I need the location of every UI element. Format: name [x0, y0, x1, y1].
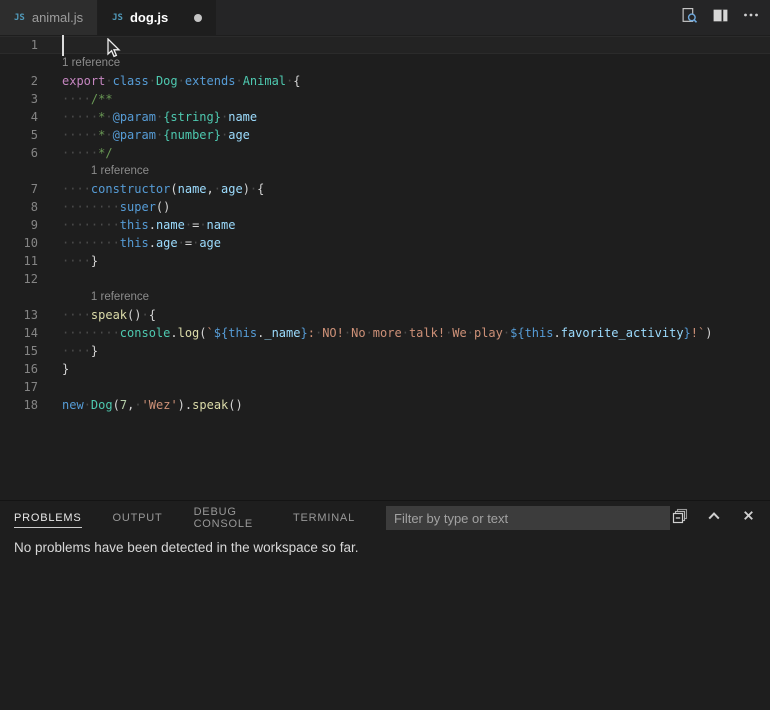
- panel-tabs: PROBLEMS OUTPUT DEBUG CONSOLE TERMINAL: [14, 502, 386, 534]
- problems-filter-input[interactable]: [386, 506, 670, 530]
- code-line-content: ·····*·@param·{string}·name: [38, 108, 257, 126]
- tab-label: animal.js: [32, 10, 83, 25]
- code-line-content: export·class·Dog·extends·Animal·{: [38, 72, 301, 90]
- tab-dog.js[interactable]: JS dog.js: [98, 0, 216, 35]
- code-line-content: ····/**: [38, 90, 113, 108]
- line-number: 17: [0, 378, 38, 396]
- code-line-3[interactable]: 3····/**: [0, 90, 770, 108]
- code-line-content: ········super(): [38, 198, 170, 216]
- tab-animal.js[interactable]: JS animal.js: [0, 0, 98, 35]
- code-line-content: }: [38, 360, 69, 378]
- line-number: 8: [0, 198, 38, 216]
- code-line-content: ·····*·@param·{number}·age: [38, 126, 250, 144]
- line-number: 9: [0, 216, 38, 234]
- code-line-14[interactable]: 14········console.log(`${this._name}:·NO…: [0, 324, 770, 342]
- code-line-10[interactable]: 10········this.age·=·age: [0, 234, 770, 252]
- line-number: 14: [0, 324, 38, 342]
- text-caret: [62, 35, 64, 56]
- line-number: [0, 288, 38, 306]
- codelens-reference[interactable]: 1 reference: [38, 288, 149, 306]
- code-line-11[interactable]: 11····}: [0, 252, 770, 270]
- line-number: [0, 54, 38, 72]
- code-line-content: new·Dog(7,·'Wez').speak(): [38, 396, 243, 414]
- code-line-6[interactable]: 6·····*/: [0, 144, 770, 162]
- line-number: 12: [0, 270, 38, 288]
- javascript-file-icon: JS: [14, 13, 25, 23]
- code-line-5[interactable]: 5·····*·@param·{number}·age: [0, 126, 770, 144]
- collapse-all-button[interactable]: [670, 508, 690, 528]
- maximize-panel-button[interactable]: [704, 508, 724, 528]
- more-actions-icon: [743, 7, 759, 28]
- code-line-9[interactable]: 9········this.name·=·name: [0, 216, 770, 234]
- split-editor-button[interactable]: [710, 8, 730, 28]
- close-icon: [741, 508, 756, 528]
- code-line-12[interactable]: 12: [0, 270, 770, 288]
- line-number: 1: [0, 36, 38, 54]
- line-number: 4: [0, 108, 38, 126]
- code-line-content: ········this.name·=·name: [38, 216, 235, 234]
- code-line-2[interactable]: 2export·class·Dog·extends·Animal·{: [0, 72, 770, 90]
- line-number: [0, 162, 38, 180]
- panel-tab-problems[interactable]: PROBLEMS: [14, 508, 82, 528]
- javascript-file-icon: JS: [112, 13, 123, 23]
- line-number: 11: [0, 252, 38, 270]
- problems-message: No problems have been detected in the wo…: [0, 535, 770, 560]
- code-line-content: ····constructor(name,·age)·{: [38, 180, 264, 198]
- split-editor-icon: [712, 7, 729, 29]
- chevron-up-icon: [706, 508, 722, 529]
- codelens-reference[interactable]: 1 reference: [38, 162, 149, 180]
- line-number: 3: [0, 90, 38, 108]
- code-line-15[interactable]: 15····}: [0, 342, 770, 360]
- tab-label: dog.js: [130, 10, 168, 25]
- editor-actions: [679, 0, 770, 35]
- code-line-content: [38, 378, 62, 396]
- code-line-content: [38, 36, 62, 54]
- code-line-4[interactable]: 4·····*·@param·{string}·name: [0, 108, 770, 126]
- code-line-8[interactable]: 8········super(): [0, 198, 770, 216]
- panel-tab-output[interactable]: OUTPUT: [113, 508, 163, 528]
- code-line-7[interactable]: 7····constructor(name,·age)·{: [0, 180, 770, 198]
- code-line-content: [38, 270, 62, 288]
- line-number: 6: [0, 144, 38, 162]
- line-number: 18: [0, 396, 38, 414]
- line-number: 13: [0, 306, 38, 324]
- code-line-content: ····}: [38, 342, 98, 360]
- panel-actions: [670, 508, 762, 528]
- mouse-cursor: [107, 38, 122, 64]
- code-line-17[interactable]: 17: [0, 378, 770, 396]
- line-number: 7: [0, 180, 38, 198]
- open-preview-button[interactable]: [679, 8, 699, 28]
- code-line-13[interactable]: 13····speak()·{: [0, 306, 770, 324]
- editor-tab-bar: JS animal.js JS dog.js: [0, 0, 770, 35]
- collapse-all-icon: [672, 508, 688, 529]
- code-line-content: ········console.log(`${this._name}:·NO!·…: [38, 324, 712, 342]
- code-line-content: ····speak()·{: [38, 306, 156, 324]
- bottom-panel: PROBLEMS OUTPUT DEBUG CONSOLE TERMINAL: [0, 500, 770, 710]
- code-line-content: ····}: [38, 252, 98, 270]
- panel-tab-terminal[interactable]: TERMINAL: [293, 508, 355, 528]
- vscode-window: JS animal.js JS dog.js: [0, 0, 770, 710]
- line-number: 10: [0, 234, 38, 252]
- code-line-content: ·····*/: [38, 144, 113, 162]
- code-editor[interactable]: 1 1 reference 2export·class·Dog·extends·An…: [0, 35, 770, 500]
- more-actions-button[interactable]: [741, 8, 761, 28]
- close-panel-button[interactable]: [738, 508, 758, 528]
- codelens-row: 1 reference: [0, 162, 770, 180]
- code-line-16[interactable]: 16}: [0, 360, 770, 378]
- code-line-18[interactable]: 18new·Dog(7,·'Wez').speak(): [0, 396, 770, 414]
- codelens-row: 1 reference: [0, 288, 770, 306]
- modified-indicator-dot[interactable]: [194, 14, 202, 22]
- line-number: 16: [0, 360, 38, 378]
- line-number: 5: [0, 126, 38, 144]
- line-number: 15: [0, 342, 38, 360]
- open-preview-icon: [681, 7, 698, 29]
- code-line-content: ········this.age·=·age: [38, 234, 221, 252]
- line-number: 2: [0, 72, 38, 90]
- editor-tabs: JS animal.js JS dog.js: [0, 0, 216, 35]
- panel-tab-debug-console[interactable]: DEBUG CONSOLE: [194, 502, 262, 534]
- code-lines: 1 1 reference 2export·class·Dog·extends·An…: [0, 36, 770, 414]
- panel-header: PROBLEMS OUTPUT DEBUG CONSOLE TERMINAL: [0, 501, 770, 535]
